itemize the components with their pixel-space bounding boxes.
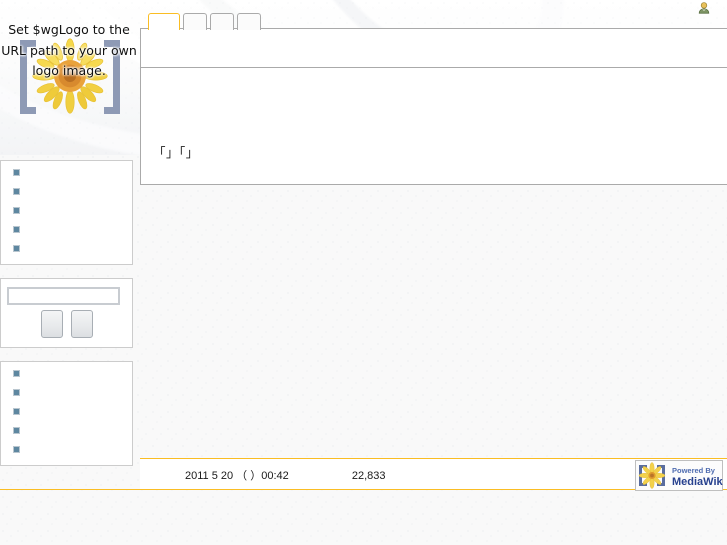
footer-view-count: 22,833 xyxy=(351,470,386,482)
user-avatar-icon[interactable] xyxy=(697,1,711,15)
toolbox-item-what-links-here[interactable] xyxy=(1,370,132,377)
sidebar-toolbox-portlet xyxy=(0,361,133,466)
footer-last-modified: 2011 5 20 （ ）00:42 xyxy=(185,470,289,482)
search-go-button[interactable] xyxy=(40,310,63,338)
tab-edit[interactable] xyxy=(210,13,234,30)
toolbox-item-special-pages[interactable] xyxy=(1,408,132,415)
personal-tools[interactable] xyxy=(697,1,715,15)
sidebar-navigation-portlet xyxy=(0,160,133,265)
sidebar-item-random-page[interactable] xyxy=(1,226,132,233)
toolbox-item-related-changes[interactable] xyxy=(1,389,132,396)
sidebar-search-portlet xyxy=(0,278,133,348)
tab-discussion[interactable] xyxy=(183,13,207,30)
content-area: 「」「」 xyxy=(140,28,727,185)
toolbox-item-permanent-link[interactable] xyxy=(1,446,132,453)
body-quoted-text: 「」「」 xyxy=(153,145,199,160)
page-footer: 2011 5 20 （ ）00:42 22,833 Powered By Med… xyxy=(140,458,727,491)
sidebar-item-help[interactable] xyxy=(1,245,132,252)
body-paragraph xyxy=(153,78,718,97)
powered-by-line1-text: Powered By xyxy=(672,466,716,475)
search-fulltext-button[interactable] xyxy=(70,310,93,338)
tab-history[interactable] xyxy=(237,13,261,30)
body-content: 「」「」 xyxy=(141,68,727,172)
powered-by-line2-text: MediaWiki xyxy=(672,476,723,488)
sidebar-item-community-portal[interactable] xyxy=(1,188,132,195)
tab-article[interactable] xyxy=(148,13,180,30)
sidebar-item-recent-changes[interactable] xyxy=(1,207,132,214)
site-logo[interactable]: Set $wgLogo to the URL path to your own … xyxy=(0,20,138,130)
content-action-tabs[interactable] xyxy=(148,12,264,30)
mediawiki-sunflower-badge-icon[interactable]: Powered By MediaWiki xyxy=(635,459,723,491)
sidebar-item-main-page[interactable] xyxy=(1,169,132,176)
page-title xyxy=(141,29,727,68)
footer-info: 2011 5 20 （ ）00:42 22,833 xyxy=(185,467,385,483)
logo-placeholder-text: Set $wgLogo to the URL path to your own … xyxy=(1,22,137,78)
sidebar xyxy=(0,160,140,479)
search-input[interactable] xyxy=(7,287,120,305)
powered-by-mediawiki-badge[interactable]: Powered By MediaWiki xyxy=(633,459,723,491)
toolbox-item-printable-version[interactable] xyxy=(1,427,132,434)
